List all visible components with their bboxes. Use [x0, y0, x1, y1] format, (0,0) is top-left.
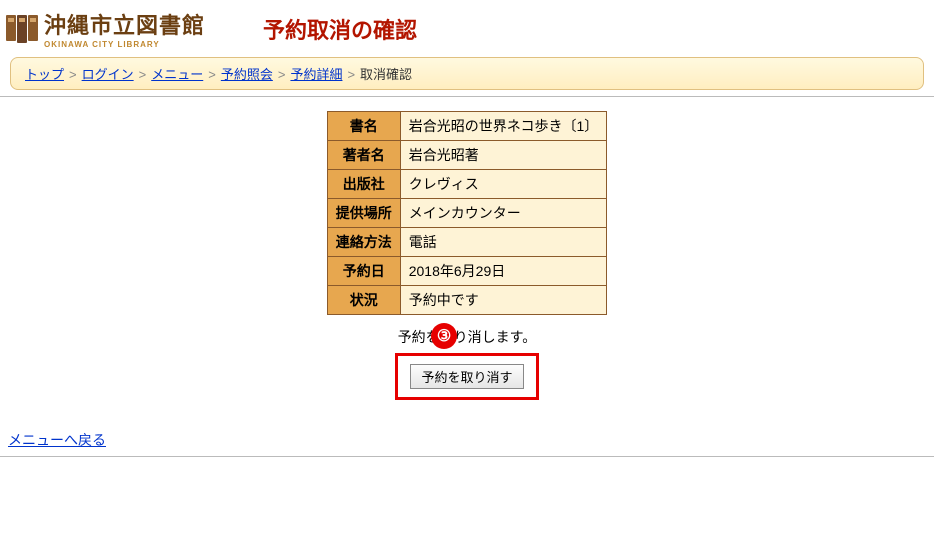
logo-main-text: 沖縄市立図書館 — [44, 8, 205, 40]
confirm-area: ③ 予約を取り消します。 予約を取り消す — [0, 327, 934, 400]
label-contact: 連絡方法 — [327, 228, 400, 257]
label-location: 提供場所 — [327, 199, 400, 228]
bottom-divider — [0, 456, 934, 457]
breadcrumb-sep: > — [278, 67, 286, 82]
breadcrumb-sep: > — [208, 67, 216, 82]
breadcrumb-reserve-detail[interactable]: 予約詳細 — [290, 67, 342, 82]
table-row: 出版社 クレヴィス — [327, 170, 607, 199]
value-title: 岩合光昭の世界ネコ歩き〔1〕 — [400, 112, 607, 141]
label-title: 書名 — [327, 112, 400, 141]
label-status: 状況 — [327, 286, 400, 315]
breadcrumb-sep: > — [69, 67, 77, 82]
breadcrumb: トップ > ログイン > メニュー > 予約照会 > 予約詳細 > 取消確認 — [10, 57, 924, 90]
step-badge: ③ — [431, 323, 457, 349]
value-status: 予約中です — [400, 286, 607, 315]
logo-sub-text: OKINAWA CITY LIBRARY — [44, 40, 205, 49]
breadcrumb-reserve-list[interactable]: 予約照会 — [221, 67, 273, 82]
table-row: 状況 予約中です — [327, 286, 607, 315]
breadcrumb-current: 取消確認 — [360, 67, 412, 82]
value-author: 岩合光昭著 — [400, 141, 607, 170]
value-contact: 電話 — [400, 228, 607, 257]
books-icon — [6, 15, 38, 43]
cancel-reservation-button[interactable]: 予約を取り消す — [410, 364, 523, 389]
table-row: 書名 岩合光昭の世界ネコ歩き〔1〕 — [327, 112, 607, 141]
table-row: 連絡方法 電話 — [327, 228, 607, 257]
breadcrumb-top[interactable]: トップ — [25, 67, 64, 82]
confirm-text: 予約を取り消します。 — [0, 327, 934, 347]
detail-table: 書名 岩合光昭の世界ネコ歩き〔1〕 著者名 岩合光昭著 出版社 クレヴィス 提供… — [327, 111, 608, 315]
table-row: 提供場所 メインカウンター — [327, 199, 607, 228]
value-date: 2018年6月29日 — [400, 257, 607, 286]
back-to-menu-link[interactable]: メニューへ戻る — [8, 430, 934, 450]
breadcrumb-sep: > — [347, 67, 355, 82]
label-publisher: 出版社 — [327, 170, 400, 199]
header: 沖縄市立図書館 OKINAWA CITY LIBRARY 予約取消の確認 — [0, 0, 934, 57]
site-logo: 沖縄市立図書館 OKINAWA CITY LIBRARY — [6, 8, 205, 49]
table-row: 予約日 2018年6月29日 — [327, 257, 607, 286]
label-date: 予約日 — [327, 257, 400, 286]
breadcrumb-menu[interactable]: メニュー — [151, 67, 203, 82]
table-row: 著者名 岩合光昭著 — [327, 141, 607, 170]
value-location: メインカウンター — [400, 199, 607, 228]
button-highlight-box: 予約を取り消す — [395, 353, 538, 400]
breadcrumb-sep: > — [139, 67, 147, 82]
value-publisher: クレヴィス — [400, 170, 607, 199]
label-author: 著者名 — [327, 141, 400, 170]
breadcrumb-login[interactable]: ログイン — [82, 67, 134, 82]
page-title: 予約取消の確認 — [263, 13, 417, 45]
divider — [0, 96, 934, 97]
